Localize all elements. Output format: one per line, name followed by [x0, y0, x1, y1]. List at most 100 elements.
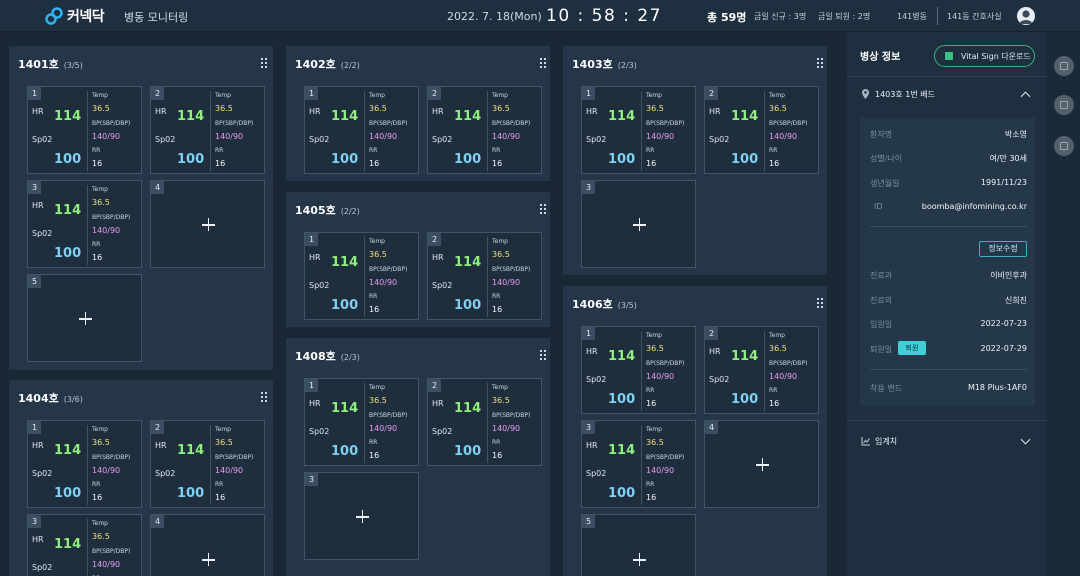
bed-card[interactable]: 2 HR 114 Sp02 100 Temp 36.5 BP(SBP/DBP) 140/… — [150, 420, 265, 508]
drag-handle-icon[interactable] — [540, 204, 548, 214]
bed-card[interactable]: 1 HR 114 Sp02 100 Temp 36.5 BP(SBP/DBP) 140/… — [581, 326, 696, 414]
bp-value: 140/90 — [769, 132, 798, 141]
spo2-value: 100 — [608, 392, 636, 407]
bp-value: 140/90 — [92, 466, 121, 475]
bed-card[interactable]: 2 HR 114 Sp02 100 Temp 36.5 BP(SBP/DBP) 140/… — [704, 86, 819, 174]
empty-bed-card[interactable]: 4 — [150, 514, 265, 576]
empty-bed-card[interactable]: 5 — [27, 274, 142, 362]
temp-value: 36.5 — [369, 250, 387, 259]
add-patient-icon — [632, 218, 646, 231]
room-card-1405: 1405호 (2/2) 1 HR 114 Sp02 100 Temp 36.5 BP(… — [286, 192, 550, 327]
toolbar-clipboard-button[interactable] — [1054, 136, 1074, 156]
room-card-1408: 1408호 (2/3) 1 HR 114 Sp02 100 Temp 36.5 BP(… — [286, 338, 550, 576]
bp-value: 140/90 — [92, 132, 121, 141]
spo2-value: 100 — [454, 298, 482, 313]
empty-bed-card[interactable]: 4 — [150, 180, 265, 268]
spo2-value: 100 — [331, 444, 359, 459]
ward-name[interactable]: 141병동 — [897, 11, 927, 22]
hr-value: 114 — [54, 537, 82, 552]
spo2-value: 100 — [177, 486, 205, 501]
rr-value: 16 — [492, 159, 503, 168]
empty-bed-card[interactable]: 4 — [704, 420, 819, 508]
temp-value: 36.5 — [646, 104, 664, 113]
room-card-1401: 1401호 (3/5) 1 HR 114 Sp02 100 Temp 36.5 BP(… — [9, 46, 273, 370]
rr-value: 16 — [92, 493, 103, 502]
temp-value: 36.5 — [215, 104, 233, 113]
add-patient-icon — [201, 218, 215, 231]
bed-card[interactable]: 1 HR 114 Sp02 100 Temp 36.5 BP(SBP/DBP) 140/… — [27, 86, 142, 174]
plus-box-icon — [1060, 101, 1068, 109]
room-title: 1408호 (2/3) — [295, 350, 360, 363]
clipboard-icon — [1060, 142, 1068, 150]
spo2-value: 100 — [331, 298, 359, 313]
selected-bed-label: 1403호 1번 베드 — [875, 90, 935, 99]
rr-value: 16 — [215, 159, 226, 168]
bed-card[interactable]: 2 HR 114 Sp02 100 Temp 36.5 BP(SBP/DBP) 140/… — [150, 86, 265, 174]
rr-value: 16 — [646, 399, 657, 408]
discharge-badge[interactable]: 퇴원 — [898, 341, 926, 355]
temp-value: 36.5 — [492, 396, 510, 405]
hr-value: 114 — [54, 203, 82, 218]
empty-bed-card[interactable]: 3 — [581, 180, 696, 268]
spo2-value: 100 — [608, 486, 636, 501]
user-avatar-icon[interactable] — [1017, 7, 1035, 25]
drag-handle-icon[interactable] — [540, 350, 548, 360]
bed-card[interactable]: 3 HR114 Sp02100 Temp36.5 BP(SBP/DBP)140/… — [27, 514, 142, 576]
bp-value: 140/90 — [492, 278, 521, 287]
drag-handle-icon[interactable] — [540, 58, 548, 68]
temp-value: 36.5 — [92, 104, 110, 113]
temp-value: 36.5 — [646, 438, 664, 447]
spo2-value: 100 — [731, 152, 759, 167]
threshold-label: 임계치 — [875, 437, 898, 446]
temp-value: 36.5 — [769, 104, 787, 113]
bp-value: 140/90 — [769, 372, 798, 381]
vital-sign-download-button[interactable]: Vital Sign 다운로드 — [934, 45, 1035, 67]
info-row-id: ID boomba@infomining.co.kr — [874, 202, 1027, 211]
hr-value: 114 — [608, 349, 636, 364]
hr-value: 114 — [454, 255, 482, 270]
bp-value: 140/90 — [646, 466, 675, 475]
add-patient-icon — [755, 458, 769, 471]
threshold-section-header[interactable]: 임계치 — [860, 434, 1035, 449]
bed-card[interactable]: 2 HR 114 Sp02 100 Temp 36.5 BP(SBP/DBP) 140/… — [427, 86, 542, 174]
bed-card[interactable]: 1 HR 114 Sp02 100 Temp 36.5 BP(SBP/DBP) 140/… — [581, 86, 696, 174]
current-date: 2022. 7. 18(Mon) — [447, 10, 542, 23]
chevron-down-icon[interactable] — [1020, 434, 1031, 445]
bed-card[interactable]: 1 HR 114 Sp02 100 Temp 36.5 BP(SBP/DBP) 140/… — [304, 378, 419, 466]
chevron-up-icon[interactable] — [1020, 91, 1031, 102]
bed-card[interactable]: 1 HR 114 Sp02 100 Temp 36.5 BP(SBP/DBP) 140/… — [304, 86, 419, 174]
info-divider — [870, 369, 1027, 370]
bed-card[interactable]: 2 HR 114 Sp02 100 Temp 36.5 BP(SBP/DBP) 140/… — [704, 326, 819, 414]
info-row-band: 착용 밴드 M18 Plus-1AF0 — [870, 383, 1027, 393]
ward-monitoring-app: 커넥닥 병동 모니터링 2022. 7. 18(Mon) 10 : 58 : 2… — [0, 0, 1080, 576]
info-divider — [870, 226, 1027, 227]
bed-card[interactable]: 3 HR114 Sp02100 Temp36.5 BP(SBP/DBP)140/… — [581, 420, 696, 508]
bed-card[interactable]: 1 HR 114 Sp02 100 Temp 36.5 BP(SBP/DBP) 140/… — [304, 232, 419, 320]
bed-section-header[interactable]: 1403호 1번 베드 — [860, 88, 1035, 102]
spo2-value: 100 — [54, 246, 82, 261]
rr-value: 16 — [769, 159, 780, 168]
bed-card[interactable]: 2 HR 114 Sp02 100 Temp 36.5 BP(SBP/DBP) 140/… — [427, 232, 542, 320]
logo[interactable]: 커넥닥 — [44, 6, 105, 26]
bed-card[interactable]: 3 HR114 Sp02100 Temp36.5 BP(SBP/DBP)140/… — [27, 180, 142, 268]
bed-card[interactable]: 2 HR 114 Sp02 100 Temp 36.5 BP(SBP/DBP) 140/… — [427, 378, 542, 466]
edit-info-button[interactable]: 정보수정 — [979, 241, 1027, 257]
drag-handle-icon[interactable] — [261, 392, 269, 402]
rr-value: 16 — [492, 451, 503, 460]
empty-bed-card[interactable]: 5 — [581, 514, 696, 576]
drag-handle-icon[interactable] — [817, 58, 825, 68]
spo2-value: 100 — [454, 152, 482, 167]
room-title: 1404호 (3/6) — [18, 392, 83, 405]
nurse-station-name[interactable]: 141동 간호사실 — [947, 11, 1002, 22]
rr-value: 16 — [646, 159, 657, 168]
user-icon — [1019, 10, 1033, 24]
bed-card[interactable]: 1 HR 114 Sp02 100 Temp 36.5 BP(SBP/DBP) 140/… — [27, 420, 142, 508]
drag-handle-icon[interactable] — [261, 58, 269, 68]
room-card-1406: 1406호 (3/5) 1 HR 114 Sp02 100 Temp 36.5 BP(… — [563, 286, 827, 576]
toolbar-info-button[interactable] — [1054, 56, 1074, 76]
empty-bed-card[interactable]: 3 — [304, 472, 419, 560]
logo-text: 커넥닥 — [67, 9, 105, 25]
drag-handle-icon[interactable] — [817, 298, 825, 308]
toolbar-add-button[interactable] — [1054, 95, 1074, 115]
info-row-admit: 입원일 2022-07-23 — [870, 319, 1027, 329]
